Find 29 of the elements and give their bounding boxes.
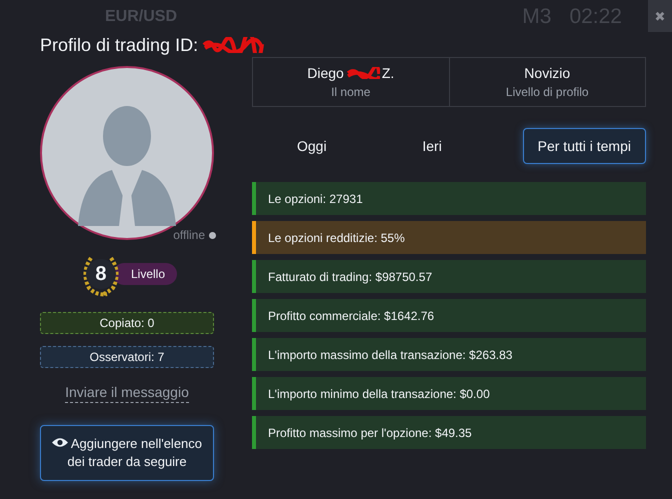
stat-text: Profitto massimo per l'opzione: $49.35 — [267, 426, 472, 440]
profile-level-value: Novizio — [524, 65, 570, 81]
level-number: 8 — [86, 259, 116, 289]
status-dot — [209, 232, 216, 238]
send-message-link[interactable]: Inviare il messaggio — [65, 384, 189, 403]
close-button[interactable]: ✖ — [648, 0, 672, 32]
stat-text: Profitto commerciale: $1642.76 — [267, 308, 434, 322]
stat-text: L'importo minimo della transazione: $0.00 — [267, 386, 490, 400]
period-tab[interactable]: Oggi — [282, 128, 342, 164]
profile-title: Profilo di trading ID: — [40, 34, 198, 56]
eye-icon — [52, 437, 68, 448]
status-label: offline — [173, 228, 205, 242]
level-label: Livello — [112, 263, 178, 285]
person-silhouette-icon — [40, 66, 214, 240]
redaction-mark — [346, 67, 380, 79]
profile-level-caption: Livello di profilo — [506, 85, 589, 99]
redaction-mark — [202, 37, 264, 53]
trader-name: Diego — [307, 65, 344, 81]
counter-label: Copiato: 0 — [40, 312, 214, 334]
counter-label: Osservatori: 7 — [40, 346, 214, 368]
period-tab[interactable]: Ieri — [407, 128, 457, 164]
period-tab[interactable]: Per tutti i tempi — [522, 128, 646, 164]
name-caption: Il nome — [331, 85, 370, 99]
stat-text: Fatturato di trading: $98750.57 — [267, 270, 432, 284]
stat-text: L'importo massimo della transazione: $263.83 — [267, 348, 512, 362]
follow-trader-button[interactable]: Aggiungere nell'elenco dei trader da seguire — [40, 425, 214, 481]
trader-name-initial: Z. — [382, 65, 394, 81]
stat-text: Le opzioni redditizie: 55% — [267, 230, 405, 244]
stat-text: Le opzioni: 27931 — [267, 192, 363, 206]
